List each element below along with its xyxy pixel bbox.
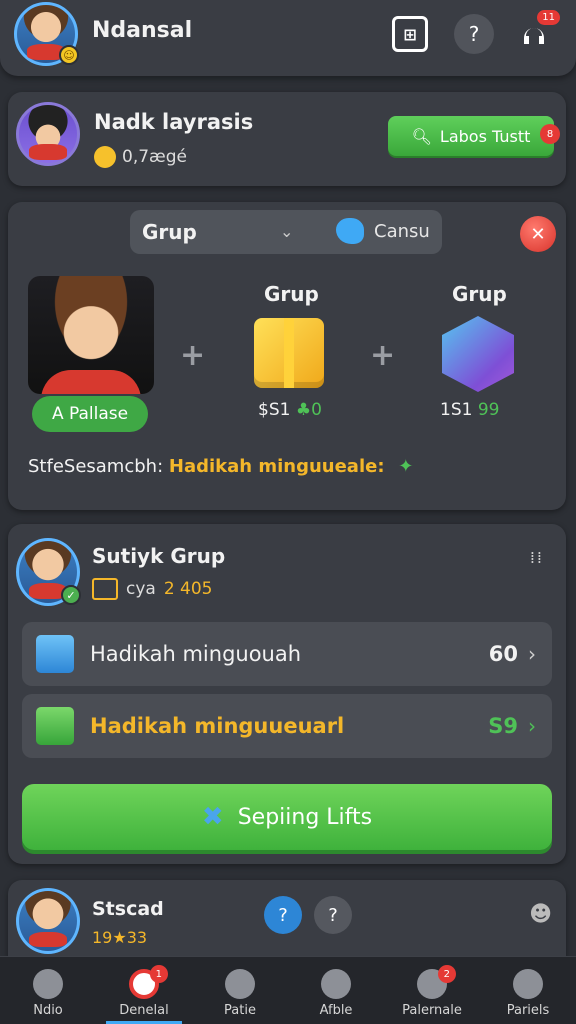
bottom-tab-bar: Ndio 1 Denelal Patie Afble 2 Palernale P… [0, 956, 576, 1024]
star-icon: ✦ [398, 456, 414, 477]
profile-subtitle-text: 0,7ægé [122, 147, 187, 167]
avatar-shirt [40, 370, 142, 394]
profile-card: Nadk layrasis 0,7ægé 🔍︎ Labos Tustt 8 [8, 92, 566, 186]
option2-price: 1S1 99 [440, 400, 499, 420]
tab-label: Patie [224, 1003, 256, 1018]
chevron-down-icon: ⌄ [280, 222, 294, 241]
profile-action-button[interactable]: 🔍︎ Labos Tustt 8 [388, 116, 560, 156]
chevron-right-icon: › [528, 642, 536, 666]
row-label: Hadikah minguueuarl [90, 714, 345, 738]
option2-price-extra: 99 [477, 400, 500, 420]
gift-status-prefix: StfeSesamcbh: [28, 456, 164, 477]
user-icon [513, 969, 543, 999]
coin-badge-icon: ☺ [59, 45, 79, 65]
friend-name: Stscad [92, 898, 164, 920]
gift-status-line: StfeSesamcbh: Hadikah minguueale: ✦ [28, 456, 413, 477]
notification-badge: 11 [537, 10, 560, 25]
friend-avatar[interactable] [16, 888, 80, 954]
bird-icon [336, 218, 364, 244]
home-icon [33, 969, 63, 999]
top-bar: ☺ Ndansal ⊞ ? 11 [0, 0, 576, 76]
group-avatar[interactable]: ✓ [16, 538, 81, 606]
group-name: Sutiyk Grup [92, 544, 226, 568]
tab-label: Denelal [119, 1003, 169, 1018]
group-subtitle-text: cya [126, 579, 156, 599]
profile-icon [321, 969, 351, 999]
tag-icon [92, 578, 118, 600]
tab-palernale[interactable]: 2 Palernale [384, 957, 480, 1024]
tab-pariels[interactable]: Pariels [480, 957, 576, 1024]
profile-avatar[interactable] [16, 102, 80, 166]
person-icon[interactable]: ☻ [529, 902, 552, 927]
recipient-avatar[interactable] [28, 276, 154, 394]
option2-title: Grup [452, 282, 507, 306]
tab-label: Afble [319, 1003, 353, 1018]
help-icon[interactable]: ? [454, 14, 494, 54]
selector-right-label: Cansu [374, 221, 430, 242]
row-label: Hadikah minguouah [90, 642, 302, 666]
headphones-icon[interactable]: 11 [514, 10, 560, 54]
friend-score: 19★33 [92, 928, 148, 947]
option2-price-value: 1S1 [440, 400, 473, 420]
search-icon: 🔍︎ [411, 126, 432, 146]
profile-action-label: Labos Tustt [439, 126, 531, 146]
recipient-name-pill[interactable]: A Pallase [32, 396, 148, 432]
send-gifts-label: Sepiing Lifts [237, 804, 373, 830]
tab-patie[interactable]: Patie [192, 957, 288, 1024]
gem-icon[interactable] [442, 316, 514, 392]
chevron-right-icon: › [528, 714, 536, 738]
plus-icon: + [180, 338, 206, 373]
gift-card: Grup ⌄ Cansu ✕ A Pallase + Grup $S1 ♣0 +… [8, 202, 566, 510]
avatar-shirt [29, 931, 67, 948]
user-avatar[interactable]: ☺ [14, 2, 79, 66]
more-options-icon[interactable]: ⁞⁞ [530, 548, 544, 567]
document-icon [36, 635, 74, 673]
calendar-icon[interactable]: ⊞ [392, 16, 428, 52]
avatar-shirt [29, 144, 67, 160]
app-title: Ndansal [92, 18, 193, 43]
group-count: 2 405 [163, 579, 213, 599]
list-item[interactable]: Hadikah minguueuarl S9 › [22, 694, 552, 758]
cross-icon: ✖ [201, 802, 224, 832]
tab-badge: 1 [149, 965, 168, 983]
list-item[interactable]: Hadikah minguouah 60 › [22, 622, 552, 686]
group-subtitle: cya 2 405 [92, 578, 213, 600]
plus-icon: + [370, 338, 396, 373]
option1-price: $S1 ♣0 [258, 400, 322, 420]
option1-price-extra: ♣0 [295, 400, 322, 420]
group-card: ✓ Sutiyk Grup cya 2 405 ⁞⁞ Hadikah minguo… [8, 524, 566, 864]
gift-box-icon[interactable] [254, 318, 324, 388]
image-icon [36, 707, 74, 745]
tab-label: Ndio [33, 1003, 63, 1018]
online-badge-icon: ✓ [61, 585, 81, 605]
tab-afble[interactable]: Afble [288, 957, 384, 1024]
tab-label: Palernale [402, 1003, 462, 1018]
close-button[interactable]: ✕ [520, 216, 556, 252]
tab-home[interactable]: Ndio [0, 957, 96, 1024]
option1-price-value: $S1 [258, 400, 291, 420]
gift-status-value: Hadikah minguueale: [168, 456, 385, 477]
tab-label: Pariels [506, 1003, 550, 1018]
help-icon[interactable]: ? [314, 896, 352, 934]
row-value: 60 [488, 642, 518, 666]
profile-name: Nadk layrasis [94, 110, 254, 134]
row-value: S9 [488, 714, 518, 738]
info-icon[interactable]: ? [264, 896, 302, 934]
option1-title: Grup [264, 282, 319, 306]
smiley-icon [94, 146, 116, 168]
face-icon [225, 969, 255, 999]
group-selector[interactable]: Grup ⌄ Cansu [130, 210, 442, 254]
tab-badge: 2 [437, 965, 456, 983]
action-badge: 8 [540, 124, 560, 144]
tab-general[interactable]: 1 Denelal [96, 957, 192, 1024]
profile-subtitle: 0,7ægé [94, 146, 187, 168]
send-gifts-button[interactable]: ✖ Sepiing Lifts [22, 784, 552, 850]
selector-label: Grup [142, 220, 197, 244]
